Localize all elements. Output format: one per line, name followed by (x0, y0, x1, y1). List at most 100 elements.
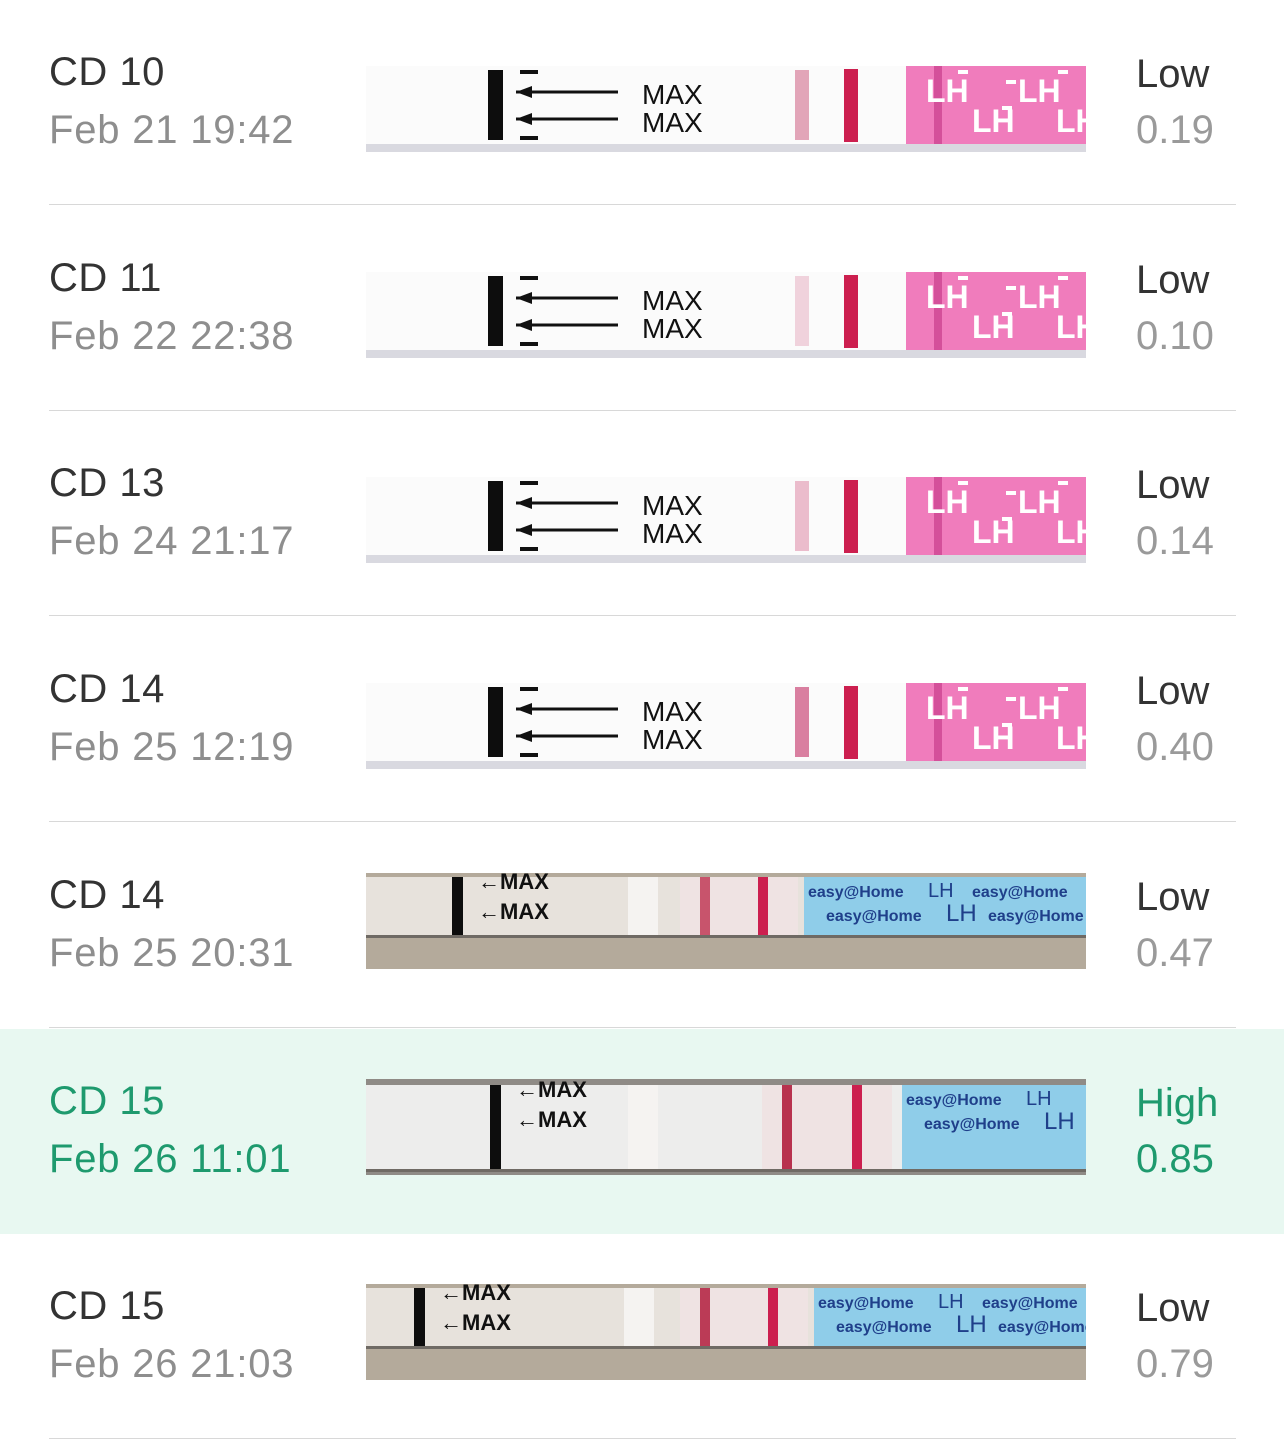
control-line (852, 1084, 862, 1169)
cycle-day-label: CD 10 (49, 50, 165, 94)
test-strip-image: ←MAX ←MAX easy@Home LH easy@Home LH easy@Home e… (366, 872, 1086, 969)
strip-edge (366, 349, 1086, 358)
test-row[interactable]: CD 15 Feb 26 11:01 ←MAX ←MAX easy@Home LH ea… (0, 1028, 1284, 1234)
max-line-marker (488, 70, 503, 140)
row-divider (49, 1438, 1236, 1440)
lh-brand-label: LH (926, 484, 969, 520)
lh-brand-label: LH (1056, 514, 1086, 550)
control-line (844, 69, 858, 142)
test-datetime-label: Feb 25 20:31 (49, 930, 295, 975)
test-row[interactable]: CD 14 Feb 25 12:19 MAXMAXLHLHLHLH Low 0.… (0, 617, 1284, 823)
test-strip-image: MAXMAXLHLHLHLH (366, 66, 1086, 152)
test-line (795, 481, 809, 552)
result-label: Low (1136, 52, 1210, 96)
test-datetime-label: Feb 21 19:42 (49, 108, 295, 152)
control-line (768, 1288, 778, 1347)
easy-home-brand-label: easy@Home (924, 1116, 1020, 1133)
lh-label: LH (946, 900, 977, 927)
result-label: Low (1136, 669, 1210, 714)
max-label: ←MAX (516, 1079, 587, 1102)
max-line-marker (488, 481, 503, 552)
test-line (782, 1084, 792, 1169)
result-label: Low (1136, 463, 1210, 508)
easy-home-brand-label: easy@Home (826, 908, 922, 925)
test-datetime-label: Feb 22 22:38 (49, 313, 295, 358)
lh-brand-label: LH (1056, 309, 1086, 345)
max-label: ←MAX (516, 1107, 587, 1132)
result-label: Low (1136, 257, 1210, 302)
lh-brand-label: LH (1018, 690, 1061, 726)
max-line-marker (488, 687, 503, 758)
cycle-day-label: CD 15 (49, 1078, 165, 1123)
strip-edge (366, 761, 1086, 770)
lh-label: LH (1026, 1088, 1052, 1110)
strip-edge (366, 144, 1086, 152)
test-line (795, 70, 809, 140)
test-row[interactable]: CD 11 Feb 22 22:38 MAXMAXLHLHLHLH Low 0.… (0, 206, 1284, 411)
max-label: MAX (642, 285, 703, 316)
lh-brand-label: LH (926, 279, 969, 315)
test-strip-image: MAXMAXLHLHLHLH (366, 477, 1086, 564)
max-label: MAX (642, 107, 703, 138)
max-label: MAX (642, 724, 703, 755)
max-label: MAX (642, 518, 703, 549)
control-line (844, 480, 858, 554)
max-line-marker (414, 1288, 425, 1347)
test-datetime-label: Feb 26 21:03 (49, 1342, 295, 1387)
test-row[interactable]: CD 10 Feb 21 19:42 MAXMAXLHLHLHLH Low 0.… (0, 0, 1284, 205)
max-label: ←MAX (440, 1284, 511, 1305)
result-value: 0.40 (1136, 725, 1214, 770)
test-strip-image: ←MAX ←MAX easy@Home LH easy@Home LH (366, 1078, 1086, 1175)
result-value: 0.79 (1136, 1342, 1214, 1387)
cycle-day-label: CD 13 (49, 461, 165, 506)
test-datetime-label: Feb 24 21:17 (49, 519, 295, 564)
strip-svg: MAXMAXLHLHLHLH (366, 66, 1086, 152)
cycle-day-label: CD 11 (49, 255, 162, 300)
max-label: MAX (642, 490, 703, 521)
max-label: MAX (642, 313, 703, 344)
test-row[interactable]: CD 13 Feb 24 21:17 MAXMAXLHLHLHLH Low 0.… (0, 411, 1284, 617)
result-value: 0.10 (1136, 313, 1214, 358)
cycle-day-label: CD 15 (49, 1284, 165, 1329)
test-line (700, 1288, 710, 1347)
test-line (795, 275, 809, 346)
test-line (700, 876, 710, 935)
test-datetime-label: Feb 25 12:19 (49, 725, 295, 770)
strip-svg: ←MAX←MAXeasy@Home LHeasy@Home LHeasy@Homee… (366, 872, 1086, 969)
test-line (795, 687, 809, 758)
test-datetime-label: Feb 26 11:01 (49, 1136, 292, 1181)
lh-brand-label: LH (1056, 720, 1086, 756)
test-row[interactable]: CD 15 Feb 26 21:03 ←MAX ←MAX easy@Home LH ea… (0, 1234, 1284, 1440)
test-strip-image: MAXMAXLHLHLHLH (366, 683, 1086, 770)
max-label: ←MAX (478, 873, 549, 894)
lh-label: LH (956, 1311, 987, 1338)
result-value: 0.85 (1136, 1136, 1214, 1181)
lh-brand-label: LH (1018, 73, 1061, 109)
lh-brand-label: LH (1018, 279, 1061, 315)
max-label: ←MAX (440, 1310, 511, 1335)
max-label: MAX (642, 696, 703, 727)
control-line (758, 876, 768, 935)
result-label: Low (1136, 874, 1210, 919)
max-label: MAX (642, 79, 703, 110)
lh-brand-label: LH (926, 690, 969, 726)
strip-svg: MAXMAXLHLHLHLH (366, 271, 1086, 358)
easy-home-brand-label: easy@Home (998, 1319, 1086, 1336)
lh-label: LH (1044, 1108, 1075, 1135)
cycle-day-label: CD 14 (49, 872, 165, 917)
lh-brand-label: LH (1018, 484, 1061, 520)
easy-home-brand-label: easy@Home (836, 1319, 932, 1336)
easy-home-brand-label: easy@Home (982, 1295, 1078, 1312)
result-value: 0.19 (1136, 108, 1214, 152)
test-row[interactable]: CD 14 Feb 25 20:31 ←MAX ←MAX easy@Home LH ea… (0, 823, 1284, 1028)
lh-brand-label: LH (1056, 103, 1086, 139)
result-label: Low (1136, 1286, 1210, 1331)
test-strip-image: MAXMAXLHLHLHLH (366, 271, 1086, 358)
control-line (844, 274, 858, 348)
easy-home-brand-label: easy@Home (906, 1092, 1002, 1109)
result-label: High (1136, 1080, 1219, 1125)
test-strip-image: ←MAX ←MAX easy@Home LH easy@Home LH easy@Home e… (366, 1284, 1086, 1381)
strip-svg: MAXMAXLHLHLHLH (366, 683, 1086, 770)
easy-home-brand-label: easy@Home (988, 908, 1084, 925)
result-value: 0.47 (1136, 930, 1214, 975)
